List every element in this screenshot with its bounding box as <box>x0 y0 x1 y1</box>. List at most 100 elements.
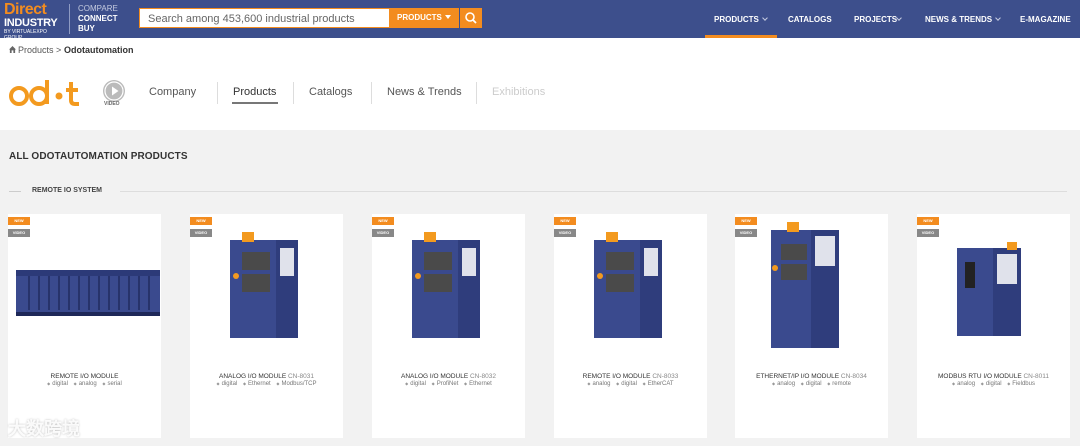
new-badge: NEW <box>190 217 212 225</box>
company-header: VIDEO Company Products Catalogs News & T… <box>0 64 1080 130</box>
product-card[interactable]: NEW VIDEO MODBUS RTU I/O MODULE CN-8011 … <box>917 214 1070 438</box>
tab-active-underline <box>232 102 278 104</box>
subsection-title: REMOTE IO SYSTEM <box>32 187 103 194</box>
search-placeholder: Search among 453,600 industrial products <box>148 13 355 25</box>
product-tag: EtherCAT <box>643 381 674 387</box>
tab-catalogs[interactable]: Catalogs <box>309 86 352 98</box>
tagline-buy: BUY <box>78 24 95 33</box>
product-code: CN-8033 <box>652 373 679 380</box>
video-badge: VIDEO <box>917 229 939 237</box>
video-badge: VIDEO <box>8 229 30 237</box>
product-image <box>771 222 839 348</box>
home-icon[interactable] <box>9 46 16 53</box>
breadcrumb-current: Odotautomation <box>64 45 134 55</box>
product-tag: analog <box>74 381 97 387</box>
chevron-down-icon <box>762 15 768 21</box>
product-tags: digital Ethernet Modbus/TCP <box>190 381 343 387</box>
new-badge: NEW <box>8 217 30 225</box>
product-image <box>230 232 298 338</box>
product-tags: analog digital Fieldbus <box>917 381 1070 387</box>
odot-logo[interactable] <box>9 78 89 110</box>
product-code: CN-8011 <box>1023 373 1049 380</box>
video-badge: VIDEO <box>554 229 576 237</box>
breadcrumb-products-link[interactable]: Products <box>18 45 54 55</box>
product-tag: serial <box>102 381 121 387</box>
watermark: 大数跨境 <box>8 419 80 439</box>
product-card[interactable]: NEW VIDEO REMOTE I/O MODULE digital anal… <box>8 214 161 438</box>
nav-news-trends-label: NEWS & TRENDS <box>925 15 993 24</box>
search-type-label: PRODUCTS <box>397 13 442 22</box>
tagline-compare: COMPARE <box>78 4 118 13</box>
product-tag: digital <box>981 381 1002 387</box>
video-badge: VIDEO <box>372 229 394 237</box>
tab-exhibitions: Exhibitions <box>492 86 546 98</box>
product-tag: digital <box>616 381 637 387</box>
product-name[interactable]: ANALOG I/O MODULE CN-8032 <box>372 373 525 380</box>
search-input[interactable]: Search among 453,600 industrial products <box>139 8 389 28</box>
product-image <box>594 232 662 338</box>
video-badge: VIDEO <box>735 229 757 237</box>
company-video-button[interactable] <box>103 80 125 102</box>
search-button[interactable] <box>460 8 482 28</box>
tagline-connect: CONNECT <box>78 14 118 23</box>
new-badge: NEW <box>554 217 576 225</box>
product-tags: digital ProfiNet Ethernet <box>372 381 525 387</box>
product-code: CN-8034 <box>840 373 867 380</box>
product-name[interactable]: REMOTE I/O MODULE CN-8033 <box>554 373 707 380</box>
nav-catalogs-label: CATALOGS <box>788 15 832 24</box>
product-tag: Fieldbus <box>1007 381 1035 387</box>
product-card[interactable]: NEW VIDEO ETHERNET/IP I/O MODULE CN-8034… <box>735 214 888 438</box>
tab-divider <box>217 82 218 104</box>
product-tag: Ethernet <box>464 381 492 387</box>
product-tag: Ethernet <box>243 381 271 387</box>
search-type-dropdown[interactable]: PRODUCTS <box>389 8 459 28</box>
product-name-text: REMOTE I/O MODULE <box>50 373 119 380</box>
product-name-text: ETHERNET/IP I/O MODULE <box>756 373 840 380</box>
product-name[interactable]: ANALOG I/O MODULE CN-8031 <box>190 373 343 380</box>
product-image <box>412 232 480 338</box>
product-tag: analog <box>952 381 975 387</box>
product-code: CN-8032 <box>469 373 496 380</box>
product-tag: analog <box>772 381 795 387</box>
product-name-text: REMOTE I/O MODULE <box>582 373 651 380</box>
logo-divider <box>69 4 70 34</box>
directindustry-logo[interactable]: Direct INDUSTRY BY VIRTUALEXPO GROUP <box>4 2 64 42</box>
product-name[interactable]: MODBUS RTU I/O MODULE CN-8011 <box>917 373 1070 380</box>
product-name[interactable]: ETHERNET/IP I/O MODULE CN-8034 <box>735 373 888 380</box>
video-label: VIDEO <box>104 101 120 107</box>
product-name-text: ANALOG I/O MODULE <box>218 373 287 380</box>
tab-divider <box>293 82 294 104</box>
product-image <box>957 242 1021 336</box>
new-badge: NEW <box>917 217 939 225</box>
breadcrumb-separator: > <box>56 45 62 55</box>
product-tags: analog digital EtherCAT <box>554 381 707 387</box>
product-name[interactable]: REMOTE I/O MODULE <box>8 373 161 380</box>
tab-news-trends[interactable]: News & Trends <box>387 86 462 98</box>
product-card[interactable]: NEW VIDEO REMOTE I/O MODULE CN-8033 anal… <box>554 214 707 438</box>
tab-company[interactable]: Company <box>149 86 196 98</box>
product-card[interactable]: NEW VIDEO ANALOG I/O MODULE CN-8031 digi… <box>190 214 343 438</box>
nav-projects-label: PROJECTS <box>854 15 898 24</box>
product-tag: remote <box>827 381 851 387</box>
chevron-down-icon <box>995 15 1001 21</box>
logo-line-2: INDUSTRY <box>4 17 58 29</box>
product-tag: Modbus/TCP <box>276 381 316 387</box>
product-card[interactable]: NEW VIDEO ANALOG I/O MODULE CN-8032 digi… <box>372 214 525 438</box>
play-icon <box>104 81 124 101</box>
product-code: CN-8031 <box>287 373 314 380</box>
new-badge: NEW <box>735 217 757 225</box>
new-badge: NEW <box>372 217 394 225</box>
nav-e-magazine-label: E-MAGAZINE <box>1020 15 1071 24</box>
product-tags: analog digital remote <box>735 381 888 387</box>
tab-products[interactable]: Products <box>233 86 276 98</box>
tab-divider <box>371 82 372 104</box>
brand-tagline: COMPARE CONNECT BUY <box>78 4 118 34</box>
product-image <box>16 270 160 316</box>
video-badge: VIDEO <box>190 229 212 237</box>
product-tags: digital analog serial <box>8 381 161 387</box>
product-tag: ProfiNet <box>432 381 459 387</box>
product-name-text: ANALOG I/O MODULE <box>400 373 469 380</box>
nav-products-label: PRODUCTS <box>714 15 759 24</box>
top-navigation-bar: Direct INDUSTRY BY VIRTUALEXPO GROUP COM… <box>0 0 1080 42</box>
product-tag: digital <box>405 381 426 387</box>
